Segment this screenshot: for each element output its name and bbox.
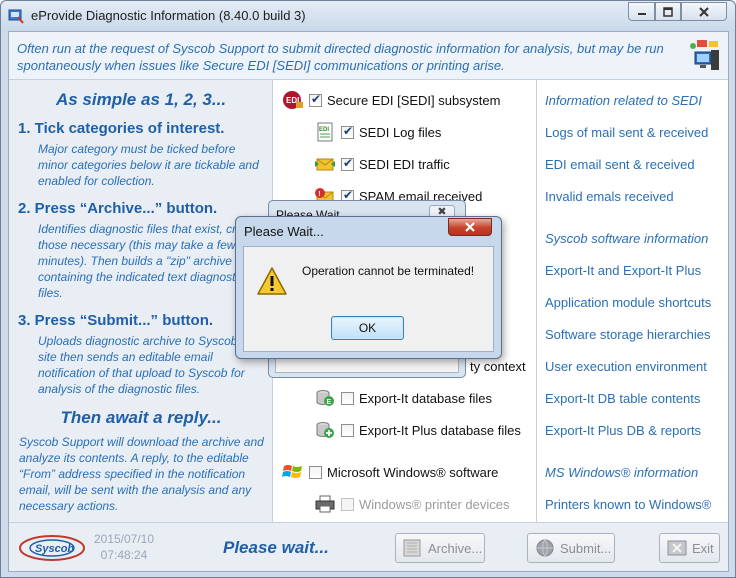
category-label: Export-It Plus database files bbox=[359, 422, 521, 438]
category-label: SEDI Log files bbox=[359, 124, 442, 140]
exit-button[interactable]: Exit bbox=[659, 533, 720, 563]
modal-title: Please Wait... bbox=[244, 224, 324, 239]
archive-button[interactable]: Archive... bbox=[395, 533, 485, 563]
link-edi-email[interactable]: EDI email sent & received bbox=[545, 157, 695, 172]
category-row-sedi-traffic[interactable]: SEDI EDI traffic bbox=[313, 153, 450, 175]
link-storage-hierarchies[interactable]: Software storage hierarchies bbox=[545, 327, 710, 342]
category-label: ty context bbox=[470, 358, 526, 374]
instructions-panel: As simple as 1, 2, 3... 1. Tick categori… bbox=[9, 80, 273, 522]
category-label: SEDI EDI traffic bbox=[359, 156, 450, 172]
minimize-button[interactable] bbox=[628, 2, 655, 21]
windows-checkbox[interactable] bbox=[309, 465, 322, 479]
edi-log-icon: EDI bbox=[313, 121, 337, 143]
archive-icon bbox=[403, 539, 421, 557]
category-row-export-it-db[interactable]: E Export-It database files bbox=[313, 387, 492, 409]
modal-close-button[interactable] bbox=[448, 218, 492, 236]
svg-text:EDI: EDI bbox=[319, 127, 329, 133]
link-export-it-plus-db[interactable]: Export-It Plus DB & reports bbox=[545, 423, 701, 438]
category-row-export-it-plus-db[interactable]: Export-It Plus database files bbox=[313, 419, 521, 441]
archive-label: Archive... bbox=[428, 540, 483, 556]
close-icon bbox=[699, 6, 709, 17]
category-label: Secure EDI [SEDI] subsystem bbox=[327, 92, 501, 108]
status-text: Please wait... bbox=[223, 538, 329, 557]
submit-label: Submit... bbox=[560, 540, 612, 556]
sedi-log-checkbox[interactable] bbox=[341, 124, 354, 139]
window-title: eProvide Diagnostic Information (8.40.0 … bbox=[31, 8, 306, 23]
app-icon bbox=[8, 9, 24, 24]
sedi-checkbox[interactable] bbox=[309, 92, 322, 107]
export-it-db-checkbox[interactable] bbox=[341, 391, 354, 405]
submit-button[interactable]: Submit... bbox=[527, 533, 615, 563]
maximize-button[interactable] bbox=[655, 2, 681, 21]
printers-checkbox bbox=[341, 497, 354, 511]
step-2-title: 2. Press “Archive...” button. bbox=[18, 200, 218, 217]
step-3-description: Uploads diagnostic archive to Syscob FTP… bbox=[38, 334, 263, 396]
step-3-title: 3. Press “Submit...” button. bbox=[18, 312, 214, 329]
exit-icon bbox=[667, 540, 687, 556]
step-1-title: 1. Tick categories of interest. bbox=[18, 120, 225, 137]
modal-message: Operation cannot be terminated! bbox=[302, 264, 475, 278]
category-label: Windows® printer devices bbox=[359, 496, 510, 512]
link-module-shortcuts[interactable]: Application module shortcuts bbox=[545, 295, 711, 310]
modal-body: Operation cannot be terminated! OK bbox=[243, 246, 494, 352]
await-heading: Then await a reply... bbox=[60, 408, 222, 427]
sedi-traffic-checkbox[interactable] bbox=[341, 156, 354, 171]
category-row-printers: Windows® printer devices bbox=[313, 493, 509, 515]
info-banner: Often run at the request of Syscob Suppo… bbox=[9, 32, 728, 80]
category-row-windows[interactable]: Microsoft Windows® software bbox=[281, 461, 498, 483]
network-computer-icon bbox=[690, 40, 719, 70]
export-it-plus-db-checkbox[interactable] bbox=[341, 423, 354, 437]
svg-text:E: E bbox=[327, 399, 332, 406]
link-invalid-emails[interactable]: Invalid emals received bbox=[545, 189, 674, 204]
category-row-sedi-log[interactable]: EDI SEDI Log files bbox=[313, 121, 441, 143]
category-row-sedi[interactable]: EDI Secure EDI [SEDI] subsystem bbox=[281, 89, 500, 111]
link-export-it[interactable]: Export-It and Export-It Plus bbox=[545, 263, 701, 278]
close-icon bbox=[465, 222, 475, 232]
banner-text: Often run at the request of Syscob Suppo… bbox=[17, 41, 664, 73]
information-links-panel: Information related to SEDI Logs of mail… bbox=[537, 80, 728, 522]
svg-text:!: ! bbox=[318, 191, 320, 198]
windows-logo-icon bbox=[281, 461, 305, 483]
database-icon: E bbox=[313, 387, 337, 409]
close-button[interactable] bbox=[681, 2, 727, 21]
bottom-bar: Syscob 2015/07/10 07:48:24 Please wait..… bbox=[9, 522, 728, 571]
link-user-environment[interactable]: User execution environment bbox=[545, 359, 707, 374]
syscob-logo: Syscob bbox=[19, 535, 85, 561]
database-plus-icon bbox=[313, 419, 337, 441]
warning-icon bbox=[257, 267, 287, 295]
title-bar: eProvide Diagnostic Information (8.40.0 … bbox=[1, 1, 735, 31]
link-syscob-software[interactable]: Syscob software information bbox=[545, 231, 708, 246]
time-text: 07:48:24 bbox=[100, 548, 148, 562]
link-ms-windows[interactable]: MS Windows® information bbox=[545, 465, 698, 480]
printer-icon bbox=[313, 493, 337, 515]
link-printers[interactable]: Printers known to Windows® bbox=[545, 497, 711, 512]
link-export-it-db[interactable]: Export-It DB table contents bbox=[545, 391, 700, 406]
link-mail-logs[interactable]: Logs of mail sent & received bbox=[545, 125, 708, 140]
svg-text:Syscob: Syscob bbox=[35, 543, 74, 555]
globe-icon bbox=[536, 539, 554, 557]
minimize-icon bbox=[637, 12, 646, 15]
maximize-icon bbox=[663, 6, 673, 17]
link-sedi-info[interactable]: Information related to SEDI bbox=[545, 93, 702, 108]
instructions-heading: As simple as 1, 2, 3... bbox=[55, 90, 227, 109]
mail-traffic-icon bbox=[313, 153, 337, 175]
category-label: Microsoft Windows® software bbox=[327, 464, 499, 480]
date-text: 2015/07/10 bbox=[93, 532, 155, 546]
exit-label: Exit bbox=[692, 540, 714, 556]
wait-modal-dialog: Please Wait... Operation cannot be termi… bbox=[235, 216, 502, 359]
datetime: 2015/07/10 07:48:24 bbox=[89, 531, 159, 563]
sedi-icon: EDI bbox=[281, 89, 305, 111]
step-1-description: Major category must be ticked before min… bbox=[38, 142, 259, 188]
step-2-description: Identifies diagnostic files that exist, … bbox=[38, 222, 266, 300]
ok-button[interactable]: OK bbox=[331, 316, 404, 340]
await-description: Syscob Support will download the archive… bbox=[19, 435, 264, 513]
category-label: Export-It database files bbox=[359, 390, 492, 406]
